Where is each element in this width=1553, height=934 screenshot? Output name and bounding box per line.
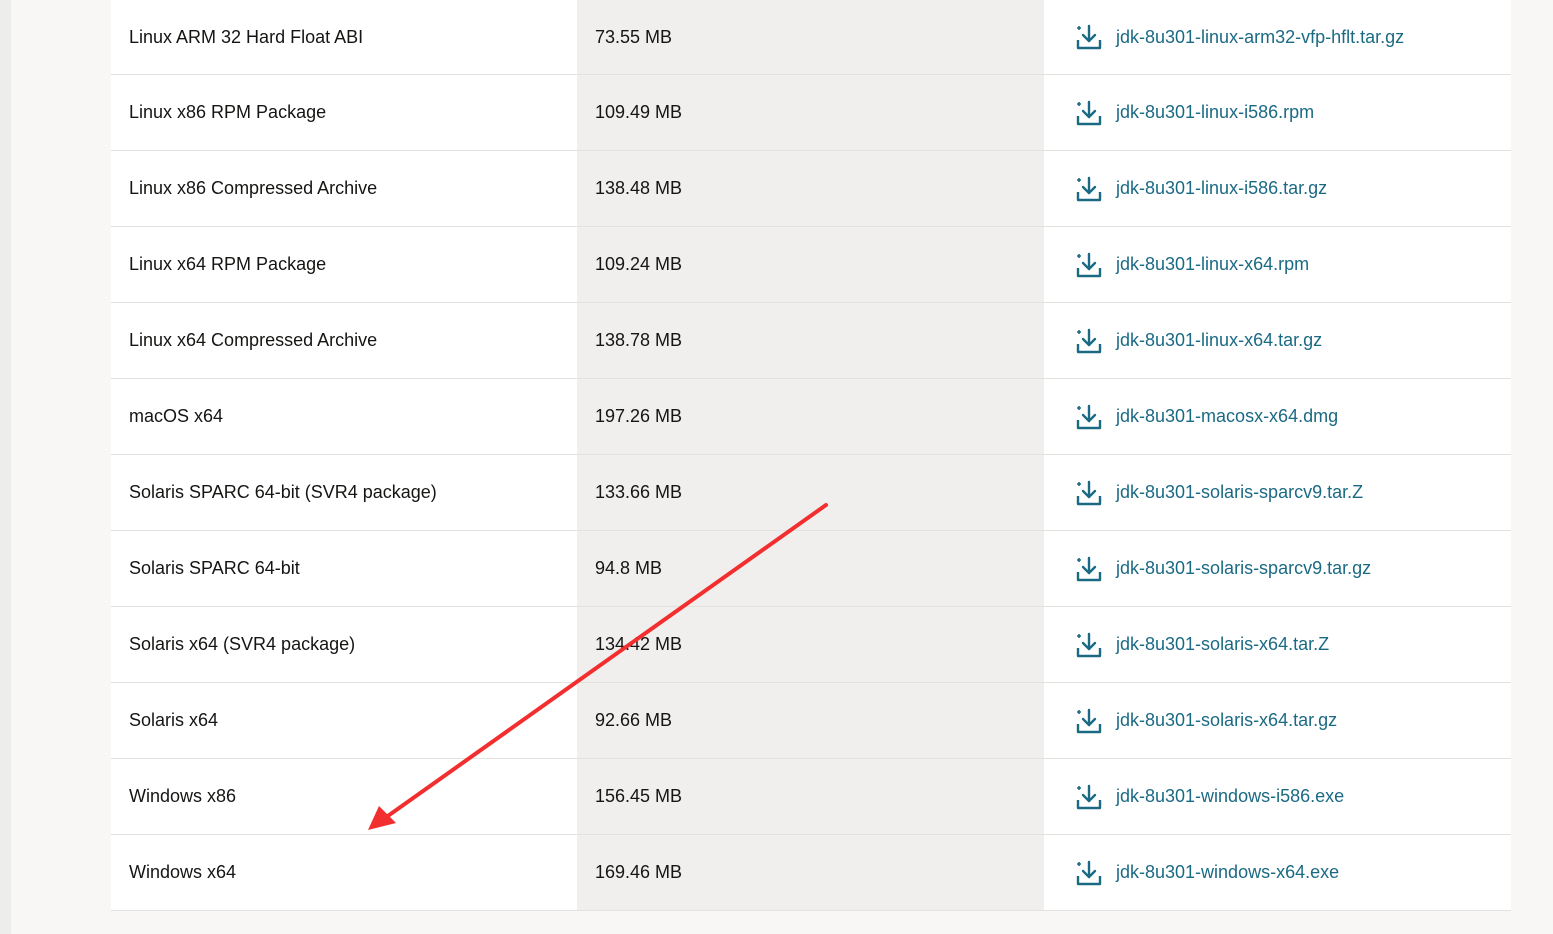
table-row: Solaris SPARC 64-bit (SVR4 package) 133.6… bbox=[111, 455, 1511, 531]
file-size-cell: 156.45 MB bbox=[577, 759, 1044, 834]
table-row: Linux x64 RPM Package 109.24 MB jdk-8u301-… bbox=[111, 227, 1511, 303]
download-icon[interactable] bbox=[1074, 782, 1104, 812]
download-icon[interactable] bbox=[1074, 250, 1104, 280]
file-size-cell: 94.8 MB bbox=[577, 531, 1044, 606]
file-size-cell: 109.24 MB bbox=[577, 227, 1044, 302]
download-icon[interactable] bbox=[1074, 630, 1104, 660]
download-link[interactable]: jdk-8u301-solaris-sparcv9.tar.Z bbox=[1074, 478, 1363, 508]
download-link[interactable]: jdk-8u301-linux-i586.tar.gz bbox=[1074, 174, 1327, 204]
download-link[interactable]: jdk-8u301-solaris-sparcv9.tar.gz bbox=[1074, 554, 1371, 584]
download-filename[interactable]: jdk-8u301-solaris-x64.tar.gz bbox=[1116, 710, 1337, 731]
download-filename[interactable]: jdk-8u301-windows-i586.exe bbox=[1116, 786, 1344, 807]
download-cell: jdk-8u301-solaris-x64.tar.gz bbox=[1044, 683, 1511, 758]
table-row: Linux x86 RPM Package 109.49 MB jdk-8u301-… bbox=[111, 75, 1511, 151]
download-cell: jdk-8u301-linux-arm32-vfp-hflt.tar.gz bbox=[1044, 0, 1511, 74]
product-cell: Windows x64 bbox=[111, 835, 577, 910]
download-icon[interactable] bbox=[1074, 554, 1104, 584]
product-cell: Linux x64 RPM Package bbox=[111, 227, 577, 302]
download-cell: jdk-8u301-linux-i586.rpm bbox=[1044, 75, 1511, 150]
download-link[interactable]: jdk-8u301-linux-x64.rpm bbox=[1074, 250, 1309, 280]
download-icon[interactable] bbox=[1074, 706, 1104, 736]
download-cell: jdk-8u301-windows-i586.exe bbox=[1044, 759, 1511, 834]
download-filename[interactable]: jdk-8u301-solaris-sparcv9.tar.Z bbox=[1116, 482, 1363, 503]
product-cell: macOS x64 bbox=[111, 379, 577, 454]
table-row: Linux ARM 32 Hard Float ABI 73.55 MB jdk-8… bbox=[111, 0, 1511, 75]
product-cell: Linux x64 Compressed Archive bbox=[111, 303, 577, 378]
download-icon[interactable] bbox=[1074, 402, 1104, 432]
download-filename[interactable]: jdk-8u301-macosx-x64.dmg bbox=[1116, 406, 1338, 427]
file-size-cell: 138.48 MB bbox=[577, 151, 1044, 226]
file-size-cell: 109.49 MB bbox=[577, 75, 1044, 150]
file-size-cell: 138.78 MB bbox=[577, 303, 1044, 378]
product-cell: Solaris x64 (SVR4 package) bbox=[111, 607, 577, 682]
download-filename[interactable]: jdk-8u301-solaris-x64.tar.Z bbox=[1116, 634, 1329, 655]
download-filename[interactable]: jdk-8u301-solaris-sparcv9.tar.gz bbox=[1116, 558, 1371, 579]
product-cell: Solaris SPARC 64-bit bbox=[111, 531, 577, 606]
page-left-gutter bbox=[0, 0, 11, 934]
download-link[interactable]: jdk-8u301-solaris-x64.tar.Z bbox=[1074, 630, 1329, 660]
download-link[interactable]: jdk-8u301-linux-arm32-vfp-hflt.tar.gz bbox=[1074, 22, 1404, 52]
table-row: Linux x64 Compressed Archive 138.78 MB jdk… bbox=[111, 303, 1511, 379]
download-filename[interactable]: jdk-8u301-linux-arm32-vfp-hflt.tar.gz bbox=[1116, 27, 1404, 48]
download-link[interactable]: jdk-8u301-linux-x64.tar.gz bbox=[1074, 326, 1322, 356]
download-icon[interactable] bbox=[1074, 174, 1104, 204]
product-cell: Solaris SPARC 64-bit (SVR4 package) bbox=[111, 455, 577, 530]
product-cell: Solaris x64 bbox=[111, 683, 577, 758]
table-row: Windows x86 156.45 MB jdk-8u301-windows-i5… bbox=[111, 759, 1511, 835]
download-filename[interactable]: jdk-8u301-linux-i586.tar.gz bbox=[1116, 178, 1327, 199]
download-icon[interactable] bbox=[1074, 858, 1104, 888]
download-link[interactable]: jdk-8u301-macosx-x64.dmg bbox=[1074, 402, 1338, 432]
download-cell: jdk-8u301-linux-x64.tar.gz bbox=[1044, 303, 1511, 378]
download-cell: jdk-8u301-linux-x64.rpm bbox=[1044, 227, 1511, 302]
download-cell: jdk-8u301-solaris-sparcv9.tar.Z bbox=[1044, 455, 1511, 530]
download-filename[interactable]: jdk-8u301-linux-i586.rpm bbox=[1116, 102, 1314, 123]
table-row: Linux x86 Compressed Archive 138.48 MB jdk… bbox=[111, 151, 1511, 227]
table-row: Solaris SPARC 64-bit 94.8 MB jdk-8u301-sol… bbox=[111, 531, 1511, 607]
download-link[interactable]: jdk-8u301-linux-i586.rpm bbox=[1074, 98, 1314, 128]
file-size-cell: 73.55 MB bbox=[577, 0, 1044, 74]
download-filename[interactable]: jdk-8u301-windows-x64.exe bbox=[1116, 862, 1339, 883]
download-link[interactable]: jdk-8u301-windows-x64.exe bbox=[1074, 858, 1339, 888]
download-icon[interactable] bbox=[1074, 22, 1104, 52]
file-size-cell: 133.66 MB bbox=[577, 455, 1044, 530]
download-cell: jdk-8u301-linux-i586.tar.gz bbox=[1044, 151, 1511, 226]
download-cell: jdk-8u301-solaris-x64.tar.Z bbox=[1044, 607, 1511, 682]
file-size-cell: 92.66 MB bbox=[577, 683, 1044, 758]
download-link[interactable]: jdk-8u301-solaris-x64.tar.gz bbox=[1074, 706, 1337, 736]
file-size-cell: 134.42 MB bbox=[577, 607, 1044, 682]
download-cell: jdk-8u301-windows-x64.exe bbox=[1044, 835, 1511, 910]
table-row: Solaris x64 92.66 MB jdk-8u301-solaris-x64… bbox=[111, 683, 1511, 759]
download-cell: jdk-8u301-macosx-x64.dmg bbox=[1044, 379, 1511, 454]
download-cell: jdk-8u301-solaris-sparcv9.tar.gz bbox=[1044, 531, 1511, 606]
product-cell: Windows x86 bbox=[111, 759, 577, 834]
product-cell: Linux x86 RPM Package bbox=[111, 75, 577, 150]
download-icon[interactable] bbox=[1074, 98, 1104, 128]
table-row: macOS x64 197.26 MB jdk-8u301-macosx-x64.d… bbox=[111, 379, 1511, 455]
product-cell: Linux x86 Compressed Archive bbox=[111, 151, 577, 226]
download-icon[interactable] bbox=[1074, 326, 1104, 356]
download-link[interactable]: jdk-8u301-windows-i586.exe bbox=[1074, 782, 1344, 812]
downloads-table: Linux ARM 32 Hard Float ABI 73.55 MB jdk-8… bbox=[111, 0, 1511, 911]
download-filename[interactable]: jdk-8u301-linux-x64.rpm bbox=[1116, 254, 1309, 275]
download-icon[interactable] bbox=[1074, 478, 1104, 508]
table-row: Solaris x64 (SVR4 package) 134.42 MB jdk-8… bbox=[111, 607, 1511, 683]
download-filename[interactable]: jdk-8u301-linux-x64.tar.gz bbox=[1116, 330, 1322, 351]
file-size-cell: 169.46 MB bbox=[577, 835, 1044, 910]
table-row: Windows x64 169.46 MB jdk-8u301-windows-x6… bbox=[111, 835, 1511, 911]
product-cell: Linux ARM 32 Hard Float ABI bbox=[111, 0, 577, 74]
file-size-cell: 197.26 MB bbox=[577, 379, 1044, 454]
